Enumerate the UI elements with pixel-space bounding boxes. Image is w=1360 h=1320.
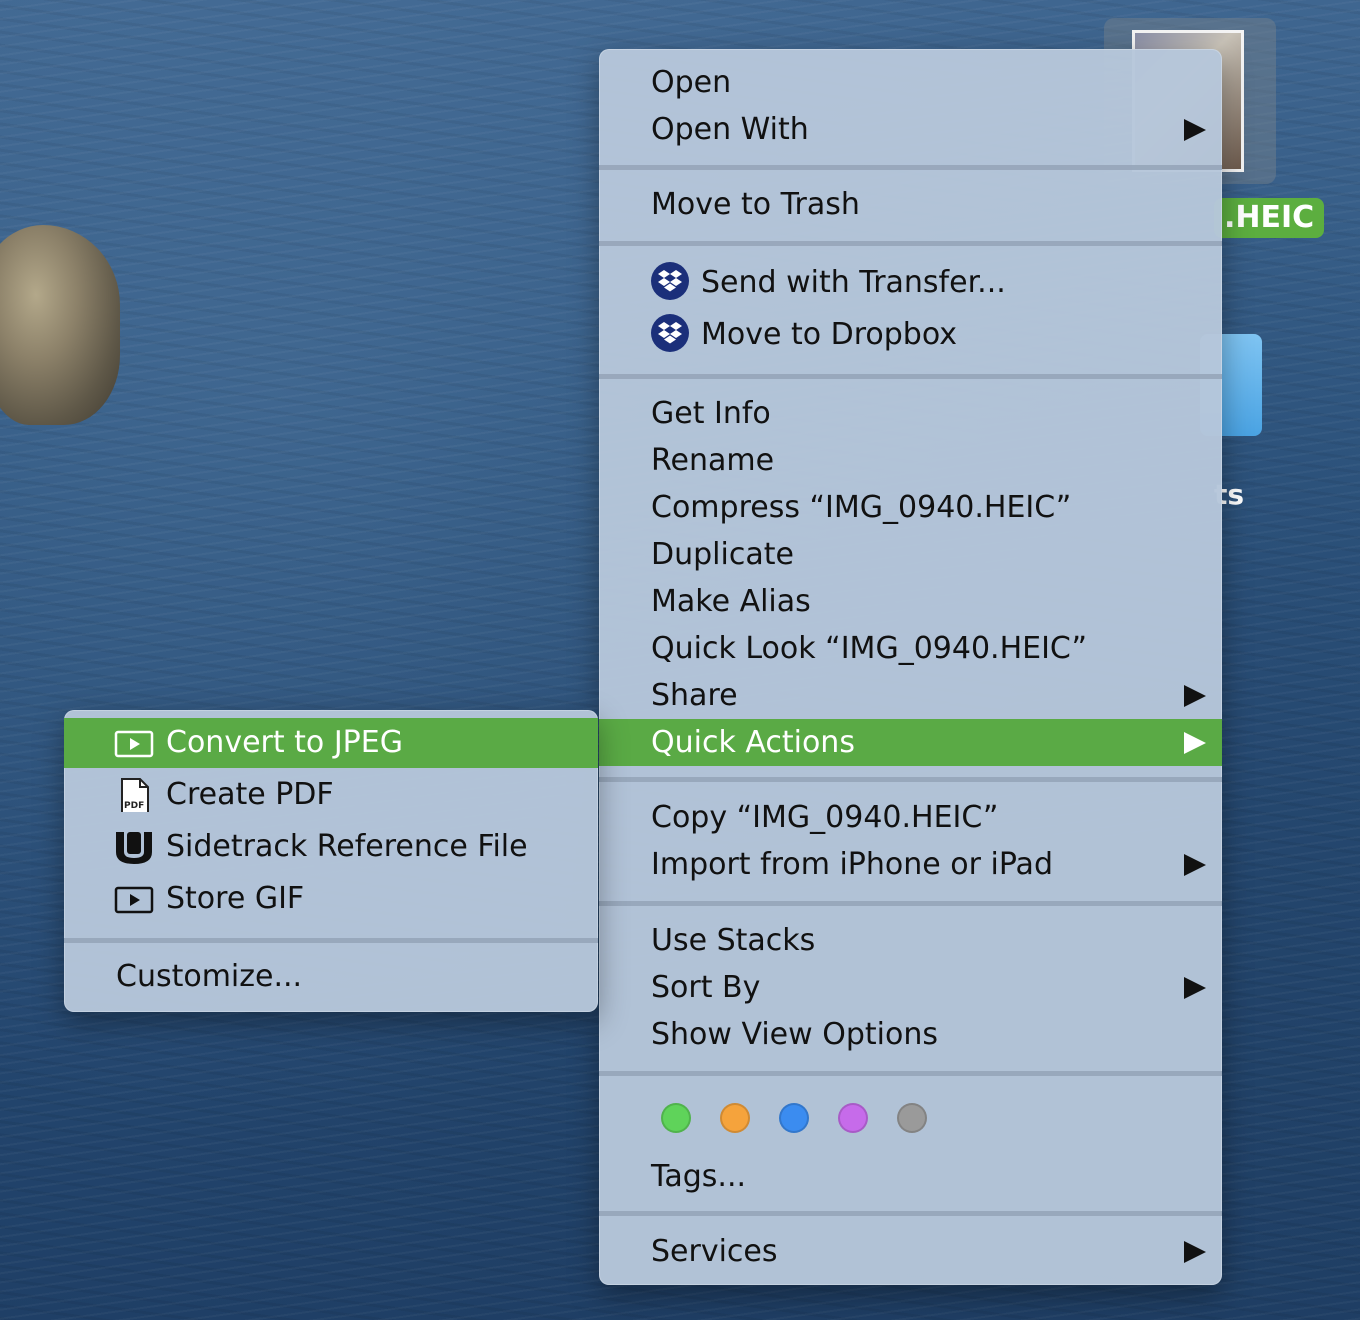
menu-item-move-to-dropbox[interactable]: Move to Dropbox xyxy=(599,311,1222,358)
submenu-arrow-icon xyxy=(1184,1241,1206,1263)
menu-item-open-with[interactable]: Open With xyxy=(599,106,1222,153)
menu-item-label: Move to Dropbox xyxy=(701,317,958,352)
menu-item-duplicate[interactable]: Duplicate xyxy=(599,531,1222,578)
menu-item-label: Get Info xyxy=(651,396,771,431)
menu-item-label: Open With xyxy=(651,112,809,147)
menu-item-services[interactable]: Services xyxy=(599,1228,1222,1275)
menu-item-use-stacks[interactable]: Use Stacks xyxy=(599,917,1222,964)
menu-item-label: Compress “IMG_0940.HEIC” xyxy=(651,490,1072,525)
menu-item-quick-look[interactable]: Quick Look “IMG_0940.HEIC” xyxy=(599,625,1222,672)
menu-item-label: Show View Options xyxy=(651,1017,938,1052)
quick-actions-submenu: Convert to JPEG PDF Create PDF Sidetrack… xyxy=(64,710,598,1012)
menu-item-label: Use Stacks xyxy=(651,923,816,958)
menu-separator xyxy=(64,938,598,943)
submenu-item-label: Sidetrack Reference File xyxy=(166,829,528,864)
submenu-item-create-pdf[interactable]: PDF Create PDF xyxy=(64,770,598,820)
submenu-item-store-gif[interactable]: Store GIF xyxy=(64,874,598,924)
menu-separator xyxy=(599,374,1222,379)
menu-item-label: Send with Transfer... xyxy=(701,265,1006,300)
tag-color-dot[interactable] xyxy=(779,1103,809,1133)
submenu-arrow-icon xyxy=(1184,977,1206,999)
menu-item-rename[interactable]: Rename xyxy=(599,437,1222,484)
menu-item-make-alias[interactable]: Make Alias xyxy=(599,578,1222,625)
tag-color-dot[interactable] xyxy=(661,1103,691,1133)
tag-color-dot[interactable] xyxy=(897,1103,927,1133)
dropbox-icon xyxy=(651,313,689,352)
context-menu: Open Open With Move to Trash Send with T… xyxy=(599,49,1222,1285)
menu-separator xyxy=(599,1071,1222,1076)
menu-item-quick-actions[interactable]: Quick Actions xyxy=(599,719,1222,766)
menu-item-open[interactable]: Open xyxy=(599,59,1222,106)
menu-item-label: Duplicate xyxy=(651,537,794,572)
pdf-document-icon: PDF xyxy=(121,778,149,812)
menu-item-label: Import from iPhone or iPad xyxy=(651,847,1053,882)
submenu-item-label: Convert to JPEG xyxy=(166,725,403,760)
menu-item-label: Open xyxy=(651,65,732,100)
submenu-arrow-icon xyxy=(1184,732,1206,754)
submenu-item-label: Create PDF xyxy=(166,777,334,812)
submenu-item-label: Customize... xyxy=(116,959,303,994)
wallpaper-rock xyxy=(0,225,120,425)
menu-item-compress[interactable]: Compress “IMG_0940.HEIC” xyxy=(599,484,1222,531)
menu-item-share[interactable]: Share xyxy=(599,672,1222,719)
play-icon xyxy=(114,886,154,914)
tag-color-dot[interactable] xyxy=(720,1103,750,1133)
menu-separator xyxy=(599,777,1222,782)
menu-item-copy[interactable]: Copy “IMG_0940.HEIC” xyxy=(599,794,1222,841)
submenu-arrow-icon xyxy=(1184,685,1206,707)
submenu-item-sidetrack-reference-file[interactable]: Sidetrack Reference File xyxy=(64,822,598,872)
menu-separator xyxy=(599,1211,1222,1216)
menu-item-get-info[interactable]: Get Info xyxy=(599,390,1222,437)
menu-item-move-to-trash[interactable]: Move to Trash xyxy=(599,181,1222,228)
menu-item-sort-by[interactable]: Sort By xyxy=(599,964,1222,1011)
sidetrack-icon xyxy=(116,832,152,864)
submenu-arrow-icon xyxy=(1184,854,1206,876)
menu-item-label: Rename xyxy=(651,443,775,478)
menu-item-label: Make Alias xyxy=(651,584,811,619)
svg-text:PDF: PDF xyxy=(124,801,144,811)
menu-item-send-with-transfer[interactable]: Send with Transfer... xyxy=(599,259,1222,306)
submenu-item-label: Store GIF xyxy=(166,881,305,916)
menu-item-label: Quick Look “IMG_0940.HEIC” xyxy=(651,631,1087,666)
menu-item-label: Copy “IMG_0940.HEIC” xyxy=(651,800,999,835)
menu-item-show-view-options[interactable]: Show View Options xyxy=(599,1011,1222,1058)
menu-item-label: Tags... xyxy=(651,1159,747,1194)
menu-item-tags[interactable]: Tags... xyxy=(599,1153,1222,1200)
submenu-item-convert-to-jpeg[interactable]: Convert to JPEG xyxy=(64,718,598,768)
submenu-item-customize[interactable]: Customize... xyxy=(64,952,598,1002)
menu-separator xyxy=(599,241,1222,246)
play-icon xyxy=(114,730,154,758)
menu-item-label: Sort By xyxy=(651,970,761,1005)
menu-item-label: Share xyxy=(651,678,738,713)
dropbox-icon xyxy=(651,261,689,300)
menu-separator xyxy=(599,165,1222,170)
file-name-label[interactable]: .HEIC xyxy=(1214,198,1325,238)
menu-separator xyxy=(599,901,1222,906)
submenu-arrow-icon xyxy=(1184,119,1206,141)
tag-color-dot[interactable] xyxy=(838,1103,868,1133)
menu-item-label: Services xyxy=(651,1234,778,1269)
menu-item-label: Move to Trash xyxy=(651,187,860,222)
menu-item-label: Quick Actions xyxy=(651,725,855,760)
menu-item-import-from-iphone[interactable]: Import from iPhone or iPad xyxy=(599,841,1222,888)
